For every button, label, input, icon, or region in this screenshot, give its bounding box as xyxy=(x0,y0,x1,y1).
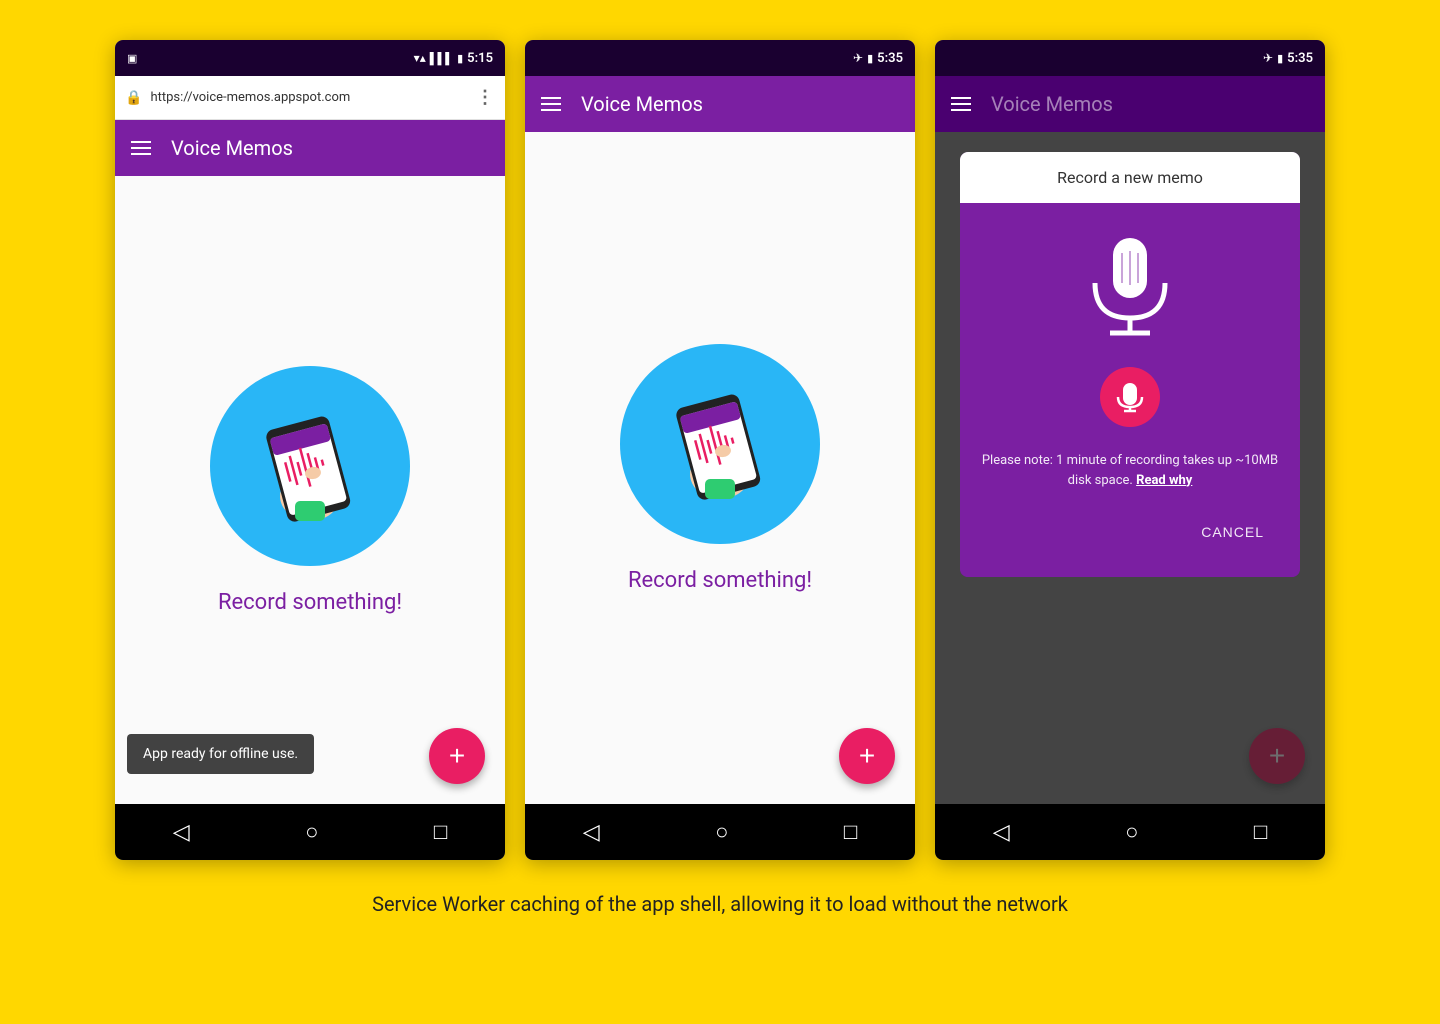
record-text-1: Record something! xyxy=(218,590,402,615)
snackbar-1: App ready for offline use. xyxy=(127,734,314,774)
dialog-cancel-area: CANCEL xyxy=(980,514,1280,557)
app-bar-3: Voice Memos xyxy=(935,76,1325,132)
time-3: 5:35 xyxy=(1287,51,1313,66)
fab-button-2[interactable]: + xyxy=(839,728,895,784)
home-button-3[interactable]: ○ xyxy=(1125,819,1138,845)
signal-icon-1: ▌▌▌ xyxy=(430,52,453,65)
page-caption: Service Worker caching of the app shell,… xyxy=(372,890,1068,918)
recents-button-3[interactable]: □ xyxy=(1254,819,1267,845)
dialog-note: Please note: 1 minute of recording takes… xyxy=(980,451,1280,490)
url-bar[interactable]: 🔒 https://voice-memos.appspot.com ⋮ xyxy=(115,76,505,120)
app-bar-1: Voice Memos xyxy=(115,120,505,176)
app-title-3: Voice Memos xyxy=(991,92,1113,116)
hamburger-line xyxy=(951,109,971,111)
hamburger-menu-2[interactable] xyxy=(541,97,561,111)
nav-bar-3: ◁ ○ □ xyxy=(935,804,1325,860)
status-bar-3: ▣ ✈ ▮ 5:35 xyxy=(935,40,1325,76)
nav-bar-2: ◁ ○ □ xyxy=(525,804,915,860)
hamburger-line xyxy=(541,109,561,111)
time-1: 5:15 xyxy=(467,51,493,66)
hamburger-line xyxy=(951,97,971,99)
hamburger-line xyxy=(131,153,151,155)
back-button-3[interactable]: ◁ xyxy=(993,820,1010,845)
recents-button-1[interactable]: □ xyxy=(434,819,447,845)
battery-icon-3: ▮ xyxy=(1277,52,1283,65)
main-content-3: Record a new memo xyxy=(935,132,1325,804)
record-mic-button[interactable] xyxy=(1100,367,1160,427)
phones-container: ▣ ▾▴ ▌▌▌ ▮ 5:15 🔒 https://voice-memos.ap… xyxy=(115,40,1325,860)
more-options-icon[interactable]: ⋮ xyxy=(476,87,495,108)
phone-illustration-1 xyxy=(210,366,410,566)
notification-icon-1: ▣ xyxy=(127,52,137,65)
status-bar-1: ▣ ▾▴ ▌▌▌ ▮ 5:15 xyxy=(115,40,505,76)
status-bar-2: ▣ ✈ ▮ 5:35 xyxy=(525,40,915,76)
record-dialog: Record a new memo xyxy=(960,152,1300,577)
home-button-1[interactable]: ○ xyxy=(305,819,318,845)
lock-icon: 🔒 xyxy=(125,90,142,106)
back-button-1[interactable]: ◁ xyxy=(173,820,190,845)
home-button-2[interactable]: ○ xyxy=(715,819,728,845)
battery-icon-2: ▮ xyxy=(867,52,873,65)
snackbar-text-1: App ready for offline use. xyxy=(143,746,298,762)
main-content-2: Record something! + xyxy=(525,132,915,804)
dialog-header: Record a new memo xyxy=(960,152,1300,203)
app-title-1: Voice Memos xyxy=(171,136,293,160)
url-text: https://voice-memos.appspot.com xyxy=(150,90,468,105)
phone-svg-1 xyxy=(245,401,375,531)
wifi-icon-1: ▾▴ xyxy=(414,51,426,65)
hamburger-line xyxy=(541,103,561,105)
app-bar-2: Voice Memos xyxy=(525,76,915,132)
time-2: 5:35 xyxy=(877,51,903,66)
hamburger-menu-1[interactable] xyxy=(131,141,151,155)
phone-1: ▣ ▾▴ ▌▌▌ ▮ 5:15 🔒 https://voice-memos.ap… xyxy=(115,40,505,860)
hamburger-line xyxy=(131,141,151,143)
phone-svg-2 xyxy=(655,379,785,509)
dialog-body: Please note: 1 minute of recording takes… xyxy=(960,203,1300,577)
hamburger-line xyxy=(131,147,151,149)
fab-button-1[interactable]: + xyxy=(429,728,485,784)
phone-illustration-2 xyxy=(620,344,820,544)
dialog-overlay: Record a new memo xyxy=(935,132,1325,804)
dialog-title: Record a new memo xyxy=(1057,168,1203,187)
app-title-2: Voice Memos xyxy=(581,92,703,116)
nav-bar-1: ◁ ○ □ xyxy=(115,804,505,860)
hamburger-line xyxy=(951,103,971,105)
main-content-1: Record something! App ready for offline … xyxy=(115,176,505,804)
airplane-icon-2: ✈ xyxy=(853,51,863,65)
battery-icon-1: ▮ xyxy=(457,52,463,65)
microphone-large-icon xyxy=(1085,233,1175,343)
recents-button-2[interactable]: □ xyxy=(844,819,857,845)
airplane-icon-3: ✈ xyxy=(1263,51,1273,65)
back-button-2[interactable]: ◁ xyxy=(583,820,600,845)
phone-3: ▣ ✈ ▮ 5:35 Voice Memos Rec xyxy=(935,40,1325,860)
record-text-2: Record something! xyxy=(628,568,812,593)
hamburger-menu-3[interactable] xyxy=(951,97,971,111)
hamburger-line xyxy=(541,97,561,99)
phone-2: ▣ ✈ ▮ 5:35 Voice Memos xyxy=(525,40,915,860)
note-text: Please note: 1 minute of recording takes… xyxy=(982,453,1278,488)
read-why-link[interactable]: Read why xyxy=(1136,473,1192,488)
cancel-button[interactable]: CANCEL xyxy=(1201,524,1264,540)
mic-button-icon xyxy=(1116,381,1144,413)
